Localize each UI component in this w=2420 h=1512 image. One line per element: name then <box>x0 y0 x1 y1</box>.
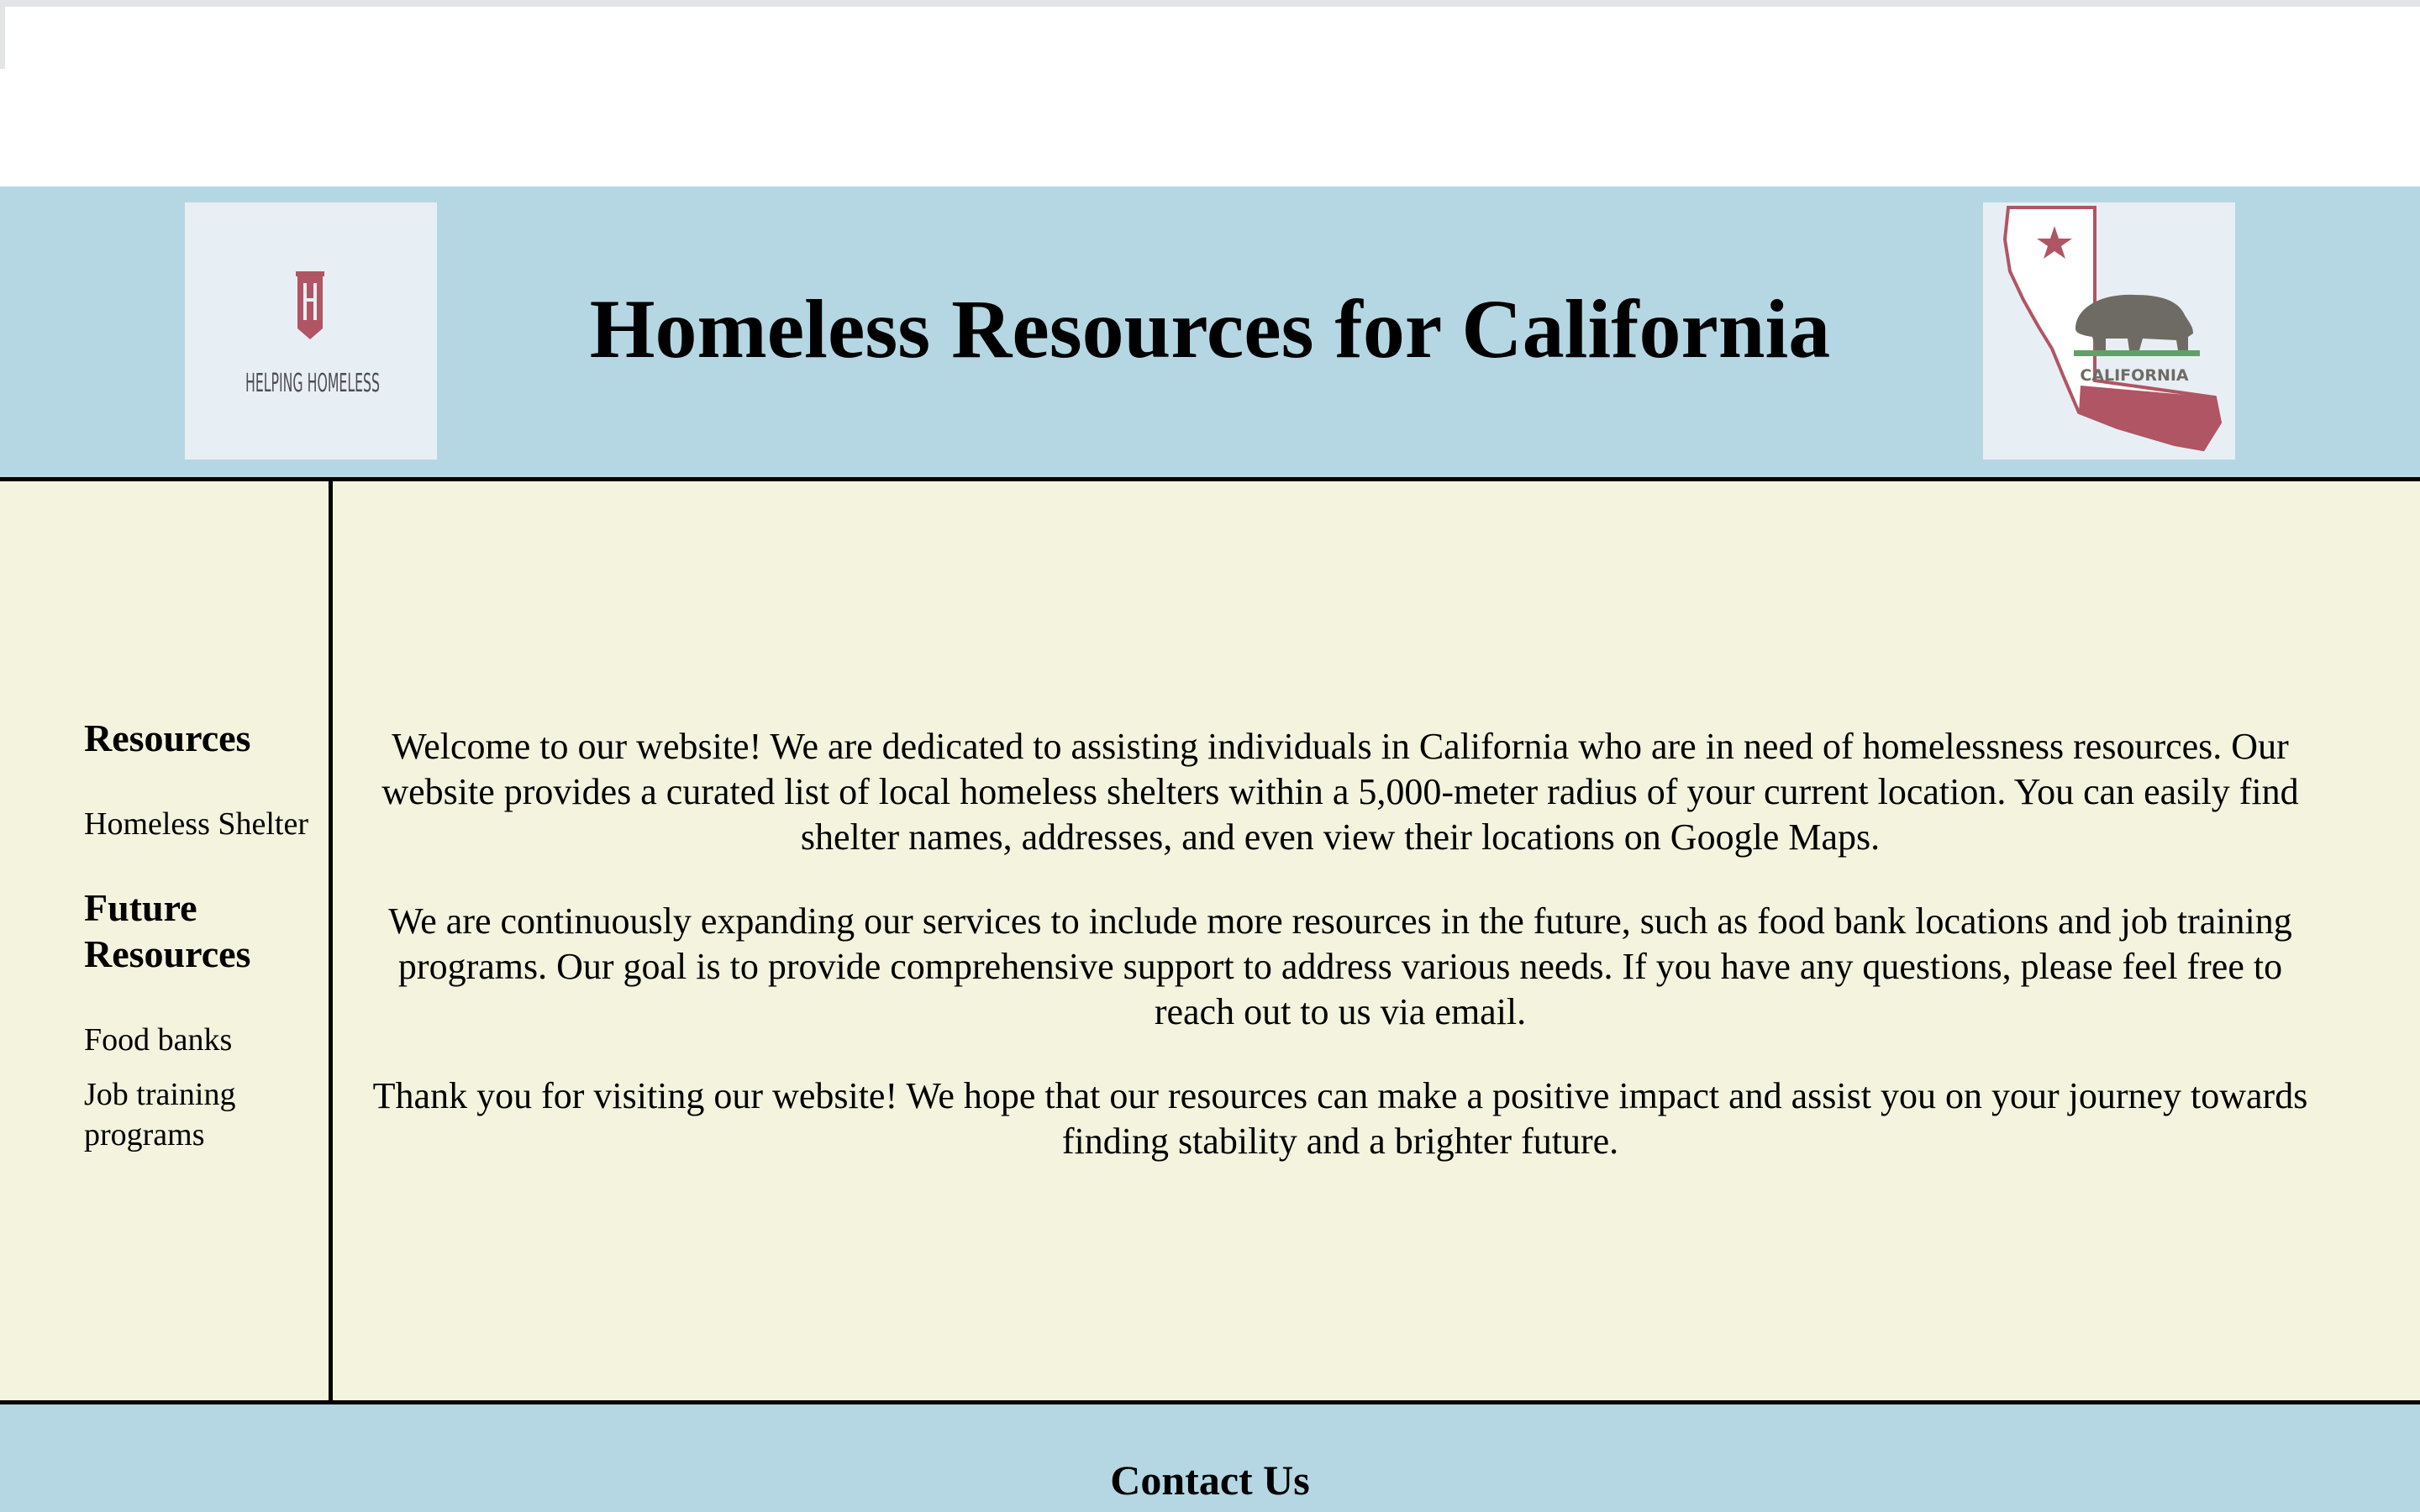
logo-text: CALIFORNIA <box>2080 366 2189 385</box>
future-resources-heading-line1: Future <box>84 886 197 929</box>
site-footer: Contact Us <box>0 1404 2420 1512</box>
future-services-paragraph: We are continuously expanding our servic… <box>388 900 2292 1032</box>
helping-homeless-logo-icon: HELPING HOMELESS <box>245 271 380 398</box>
resources-heading: Resources <box>84 717 251 759</box>
main-area: Resources Homeless Shelter Future Resour… <box>0 477 2420 1404</box>
california-bear-icon: CALIFORNIA <box>2002 206 2223 452</box>
site-header: HELPING HOMELESS Homeless Resources for … <box>0 186 2420 477</box>
contact-us-heading: Contact Us <box>1110 1457 1310 1504</box>
future-resources-heading-line2: Resources <box>84 932 251 975</box>
thank-you-paragraph: Thank you for visiting our website! We h… <box>372 1075 2308 1162</box>
browser-top-strip <box>0 0 2420 7</box>
sidebar-item-food-banks[interactable]: Food banks <box>84 1020 232 1060</box>
helping-homeless-logo[interactable]: HELPING HOMELESS <box>185 202 437 459</box>
logo-text: HELPING HOMELESS <box>245 369 380 398</box>
sidebar-item-homeless-shelter[interactable]: Homeless Shelter <box>84 804 308 844</box>
sidebar-item-job-training-programs[interactable]: programs <box>84 1115 205 1155</box>
sidebar-item-job-training[interactable]: Job training <box>84 1074 235 1115</box>
sidebar: Resources Homeless Shelter Future Resour… <box>0 481 333 1400</box>
welcome-paragraph: Welcome to our website! We are dedicated… <box>381 726 2299 858</box>
page-title: Homeless Resources for California <box>589 282 1831 375</box>
blank-top-area <box>5 7 2420 186</box>
california-logo[interactable]: CALIFORNIA <box>1983 202 2235 459</box>
